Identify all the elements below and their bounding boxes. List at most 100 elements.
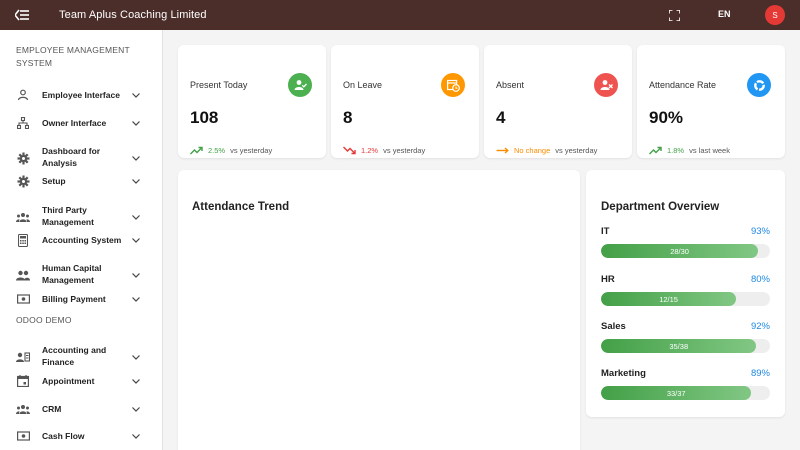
language-selector[interactable]: EN bbox=[718, 9, 731, 19]
department-count: 35/38 bbox=[669, 341, 689, 351]
department-progress-fill: 28/30 bbox=[601, 244, 759, 258]
user-avatar[interactable]: S bbox=[765, 5, 785, 25]
department-progress-track: 28/30 bbox=[601, 244, 770, 258]
gear-icon bbox=[16, 151, 30, 165]
trend-value: No change bbox=[514, 145, 551, 155]
sidebar-item-label: Setup bbox=[42, 176, 66, 186]
user-check-icon bbox=[288, 73, 312, 97]
department-progress-fill: 33/37 bbox=[601, 386, 752, 400]
sidebar-item-cash-flow[interactable]: Cash Flow bbox=[0, 429, 162, 443]
chevron-down-icon[interactable] bbox=[131, 153, 141, 163]
gear-icon bbox=[16, 174, 30, 188]
menu-collapse-button[interactable] bbox=[0, 0, 44, 30]
trend-note: vs yesterday bbox=[383, 145, 426, 155]
department-name-hr: HR bbox=[601, 274, 615, 285]
stat-value: 108 bbox=[190, 108, 219, 127]
chevron-down-icon[interactable] bbox=[131, 176, 141, 186]
org-chart-icon bbox=[16, 116, 30, 130]
sidebar-item-label: Accounting and Finance bbox=[42, 345, 107, 367]
department-percent: 80% bbox=[750, 274, 770, 285]
sidebar-item-dashboard-for-analysis[interactable]: Dashboard for Analysis bbox=[0, 145, 162, 171]
department-overview-title: Department Overview bbox=[601, 201, 720, 213]
sidebar-item-employee-interface[interactable]: Employee Interface bbox=[0, 88, 162, 102]
app-title: Team Aplus Coaching Limited bbox=[59, 9, 207, 21]
sidebar-item-setup[interactable]: Setup bbox=[0, 174, 162, 188]
chevron-down-icon[interactable] bbox=[131, 118, 141, 128]
sidebar-item-label: Appointment bbox=[42, 376, 95, 386]
department-count: 12/15 bbox=[659, 294, 678, 304]
stat-label: On Leave bbox=[343, 80, 383, 90]
sidebar-section-title-odoo-demo: ODOO DEMO bbox=[16, 315, 72, 325]
chevron-down-icon[interactable] bbox=[131, 212, 141, 222]
chevron-down-icon[interactable] bbox=[131, 270, 141, 280]
department-progress-track: 33/37 bbox=[601, 386, 770, 400]
fullscreen-icon bbox=[668, 9, 680, 21]
stat-trend: 1.8% vs last week bbox=[649, 145, 730, 155]
sidebar-item-accounting-and-finance[interactable]: Accounting and Finance bbox=[0, 344, 162, 370]
chevron-down-icon[interactable] bbox=[131, 294, 141, 304]
sidebar-item-crm[interactable]: CRM bbox=[0, 402, 162, 416]
stat-label: Present Today bbox=[190, 80, 248, 90]
fullscreen-button[interactable] bbox=[666, 8, 682, 22]
department-percent: 93% bbox=[750, 226, 770, 237]
stat-trend: No change vs yesterday bbox=[496, 145, 597, 155]
department-count: 28/30 bbox=[670, 246, 689, 256]
trend-value: 2.5% bbox=[208, 145, 226, 155]
calculator-icon bbox=[16, 233, 30, 247]
donut-chart-icon bbox=[747, 73, 771, 97]
chevron-down-icon[interactable] bbox=[131, 352, 141, 362]
stat-value: 8 bbox=[343, 108, 353, 127]
chevron-down-icon[interactable] bbox=[131, 235, 141, 245]
attendance-trend-panel: Attendance Trend bbox=[178, 170, 580, 450]
chevron-down-icon[interactable] bbox=[131, 376, 141, 386]
sidebar-item-label: Human Capital Management bbox=[42, 263, 102, 285]
calendar-clock-icon bbox=[441, 73, 465, 97]
top-bar: Team Aplus Coaching Limited EN S bbox=[0, 0, 800, 30]
stat-label: Attendance Rate bbox=[649, 80, 717, 90]
trend-up-icon bbox=[190, 145, 204, 155]
chevron-down-icon[interactable] bbox=[131, 90, 141, 100]
department-progress-fill: 35/38 bbox=[601, 339, 757, 353]
trend-value: 1.2% bbox=[361, 145, 379, 155]
sidebar-item-owner-interface[interactable]: Owner Interface bbox=[0, 116, 162, 130]
stat-card-absent: Absent 4 No change vs yesterday bbox=[484, 45, 632, 158]
department-name-marketing: Marketing bbox=[601, 368, 646, 379]
sidebar-item-third-party-management[interactable]: Third Party Management bbox=[0, 204, 162, 230]
trend-note: vs last week bbox=[689, 145, 730, 155]
attendance-trend-title: Attendance Trend bbox=[192, 201, 290, 213]
department-overview-panel: Department Overview IT 93% 28/30 HR 80% 12/15… bbox=[586, 170, 785, 417]
trend-note: vs yesterday bbox=[230, 145, 273, 155]
chevron-down-icon[interactable] bbox=[131, 431, 141, 441]
department-percent: 89% bbox=[750, 368, 770, 379]
trend-note: vs yesterday bbox=[555, 145, 598, 155]
people-icon bbox=[16, 268, 30, 282]
sidebar-item-label: Employee Interface bbox=[42, 90, 120, 100]
sidebar-item-label: Dashboard for Analysis bbox=[42, 146, 101, 168]
department-progress-track: 12/15 bbox=[601, 292, 770, 306]
sidebar-item-label: Accounting System bbox=[42, 235, 122, 245]
user-icon bbox=[16, 88, 30, 102]
department-progress-fill: 12/15 bbox=[601, 292, 737, 306]
stat-card-attendance-rate: Attendance Rate 90% 1.8% vs last week bbox=[637, 45, 785, 158]
stat-trend: 2.5% vs yesterday bbox=[190, 145, 272, 155]
menu-collapse-icon bbox=[15, 9, 29, 21]
sidebar-item-label: Owner Interface bbox=[42, 118, 107, 128]
sidebar-item-label: Cash Flow bbox=[42, 431, 85, 441]
department-progress-track: 35/38 bbox=[601, 339, 770, 353]
trend-up-icon bbox=[649, 145, 663, 155]
money-icon bbox=[16, 429, 30, 443]
user-x-icon bbox=[594, 73, 618, 97]
calendar-icon bbox=[16, 374, 30, 388]
sidebar-item-accounting-system[interactable]: Accounting System bbox=[0, 233, 162, 247]
sidebar-item-billing-payment[interactable]: Billing Payment bbox=[0, 292, 162, 306]
sidebar-item-label: CRM bbox=[42, 404, 62, 414]
sidebar-item-appointment[interactable]: Appointment bbox=[0, 374, 162, 388]
department-name-it: IT bbox=[601, 226, 610, 237]
money-icon bbox=[16, 292, 30, 306]
chevron-down-icon[interactable] bbox=[131, 404, 141, 414]
sidebar-section-title-employee-management-system: EMPLOYEE MANAGEMENT SYSTEM bbox=[16, 45, 130, 68]
stat-label: Absent bbox=[496, 80, 525, 90]
stat-trend: 1.2% vs yesterday bbox=[343, 145, 425, 155]
sidebar-item-human-capital-management[interactable]: Human Capital Management bbox=[0, 262, 162, 288]
stat-card-present-today: Present Today 108 2.5% vs yesterday bbox=[178, 45, 326, 158]
